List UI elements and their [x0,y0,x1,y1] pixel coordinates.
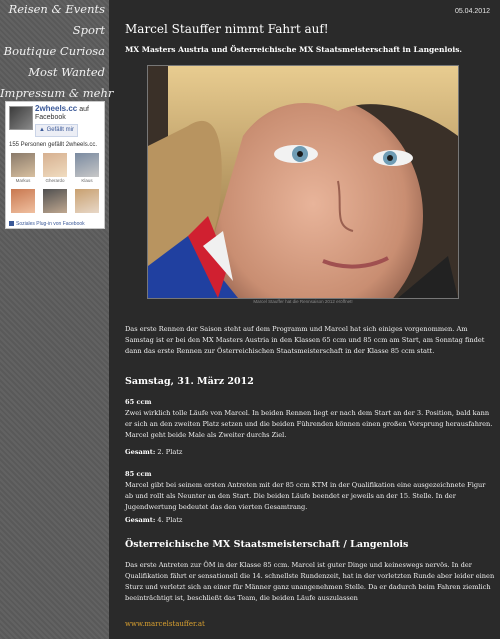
fb-plugin-label: Soziales Plug-in von Facebook [16,221,85,227]
championship-paragraph: Das erste Antreten zur ÖM in der Klasse … [125,561,495,602]
fb-face-avatar[interactable] [43,189,67,213]
fb-like-count: 155 Personen gefällt 2wheels.cc. [9,142,98,148]
fb-face-avatar[interactable] [43,153,67,177]
fb-on-text: auf [79,106,89,113]
class-85-paragraph: Marcel gibt bei seinem ersten Antreten m… [125,481,486,511]
fb-face-name: Gherardo [45,178,65,183]
fb-face-name: Klaus [81,178,93,183]
fb-face-avatar[interactable] [11,189,35,213]
result-label: Gesamt: [125,448,156,456]
class-65-paragraph: Zwei wirklich tolle Läufe von Marcel. In… [125,409,493,439]
fb-face-avatar[interactable] [75,153,99,177]
class-label-65: 65 ccm [125,398,152,406]
fb-face-avatar[interactable] [11,153,35,177]
result-label: Gesamt: [125,516,156,524]
section-heading-championship: Österreichische MX Staatsmeisterschaft /… [125,539,409,550]
class-85-result: Gesamt: 4. Platz [125,516,182,524]
section-heading-saturday: Samstag, 31. März 2012 [125,376,254,387]
article: 05.04.2012 Marcel Stauffer nimmt Fahrt a… [112,0,498,639]
main-nav: Reisen & Events Sport Boutique Curiosa M… [0,0,113,104]
thumbs-up-icon: ▲ [39,127,45,133]
fb-platform-text: Facebook [35,114,66,121]
photo-caption: Marcel Stauffer hat die Rennsaison 2012 … [253,299,353,304]
portrait-image [148,66,458,298]
fb-page-name-link[interactable]: 2wheels.cc [35,104,77,113]
result-value: 4. Platz [157,516,183,524]
fb-face-avatar[interactable] [75,189,99,213]
article-photo [147,65,459,299]
fb-like-button[interactable]: ▲ Gefällt mir [35,124,78,137]
nav-item-boutique-curiosa[interactable]: Boutique Curiosa [0,41,109,62]
result-value: 2. Platz [157,448,183,456]
post-date: 05.04.2012 [454,8,490,15]
sidebar: Reisen & Events Sport Boutique Curiosa M… [0,0,113,639]
nav-item-most-wanted[interactable]: Most Wanted [0,62,109,83]
nav-item-reisen-events[interactable]: Reisen & Events [0,0,109,20]
article-subtitle: MX Masters Austria und Österreichische M… [125,45,463,54]
fb-face-name: Markus [15,178,31,183]
page-title: Marcel Stauffer nimmt Fahrt auf! [125,22,329,36]
facebook-icon [9,221,14,227]
page-logo[interactable] [9,106,33,130]
fb-like-label: Gefällt mir [46,127,74,133]
facebook-like-box: 2wheels.cc auf Facebook ▲ Gefällt mir 15… [5,101,105,229]
nav-item-sport[interactable]: Sport [0,20,109,41]
intro-paragraph: Das erste Rennen der Saison steht auf de… [125,325,485,355]
fb-plugin-link[interactable]: Soziales Plug-in von Facebook [9,221,85,227]
website-link[interactable]: www.marcelstauffer.at [125,620,205,628]
class-label-85: 85 ccm [125,470,152,478]
class-65-result: Gesamt: 2. Platz [125,448,182,456]
fb-page-title: 2wheels.cc auf Facebook [35,105,89,122]
